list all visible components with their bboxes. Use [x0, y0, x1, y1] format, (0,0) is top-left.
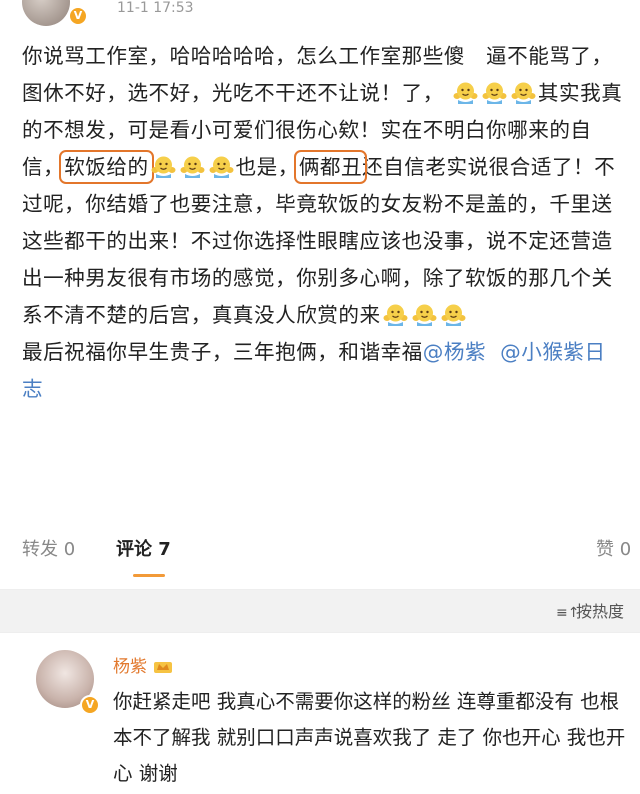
- comment-text: 你赶紧走吧 我真心不需要你这样的粉丝 连尊重都没有 也根本不了解我 就别口口声声…: [113, 690, 626, 785]
- highlighted-phrase: 软饭给的: [59, 150, 154, 184]
- post-text-segment: 也是，: [235, 155, 299, 179]
- verified-badge-icon: V: [80, 695, 100, 715]
- doge-shrug-icon: [482, 79, 507, 104]
- verified-badge-icon: V: [68, 6, 88, 26]
- sort-icon: ≡↑: [555, 605, 580, 621]
- poster-avatar[interactable]: [22, 0, 70, 26]
- doge-shrug-icon: [511, 79, 536, 104]
- post-text-segment: 还自信老实说很合适了！不过呢，你结婚了也要注意，毕竟软饭的女友粉不是盖的，千里送…: [22, 155, 616, 327]
- tab-like[interactable]: 赞 0: [596, 535, 631, 561]
- post-time: 11-1 17:53: [117, 0, 194, 16]
- post-card: V 11-1 17:53 你说骂工作室，哈哈哈哈哈，怎么工作室那些傻 逼不能骂了…: [0, 0, 640, 505]
- highlighted-phrase: 俩都丑: [293, 150, 368, 184]
- sort-button[interactable]: ≡↑按热度: [556, 598, 624, 622]
- tab-repost[interactable]: 转发 0: [22, 535, 75, 561]
- crown-icon: [154, 662, 172, 673]
- post-body: 你说骂工作室，哈哈哈哈哈，怎么工作室那些傻 逼不能骂了，图休不好，选不好，光吃不…: [22, 38, 626, 408]
- sort-label: 按热度: [575, 602, 624, 621]
- tab-comments[interactable]: 评论 7: [116, 535, 171, 561]
- doge-shrug-icon: [180, 153, 205, 178]
- doge-shrug-icon: [383, 301, 408, 326]
- doge-shrug-icon: [453, 79, 478, 104]
- doge-shrug-icon: [151, 153, 176, 178]
- commenter-name[interactable]: 杨紫: [113, 652, 173, 677]
- doge-shrug-icon: [441, 301, 466, 326]
- doge-shrug-icon: [209, 153, 234, 178]
- active-tab-indicator: [133, 574, 165, 577]
- doge-shrug-icon: [412, 301, 437, 326]
- commenter-name-text: 杨紫: [113, 657, 147, 677]
- mention-link[interactable]: @杨紫: [423, 340, 486, 364]
- tab-bar: [0, 505, 640, 590]
- post-text-segment: 最后祝福你早生贵子，三年抱俩，和谐幸福: [22, 340, 423, 364]
